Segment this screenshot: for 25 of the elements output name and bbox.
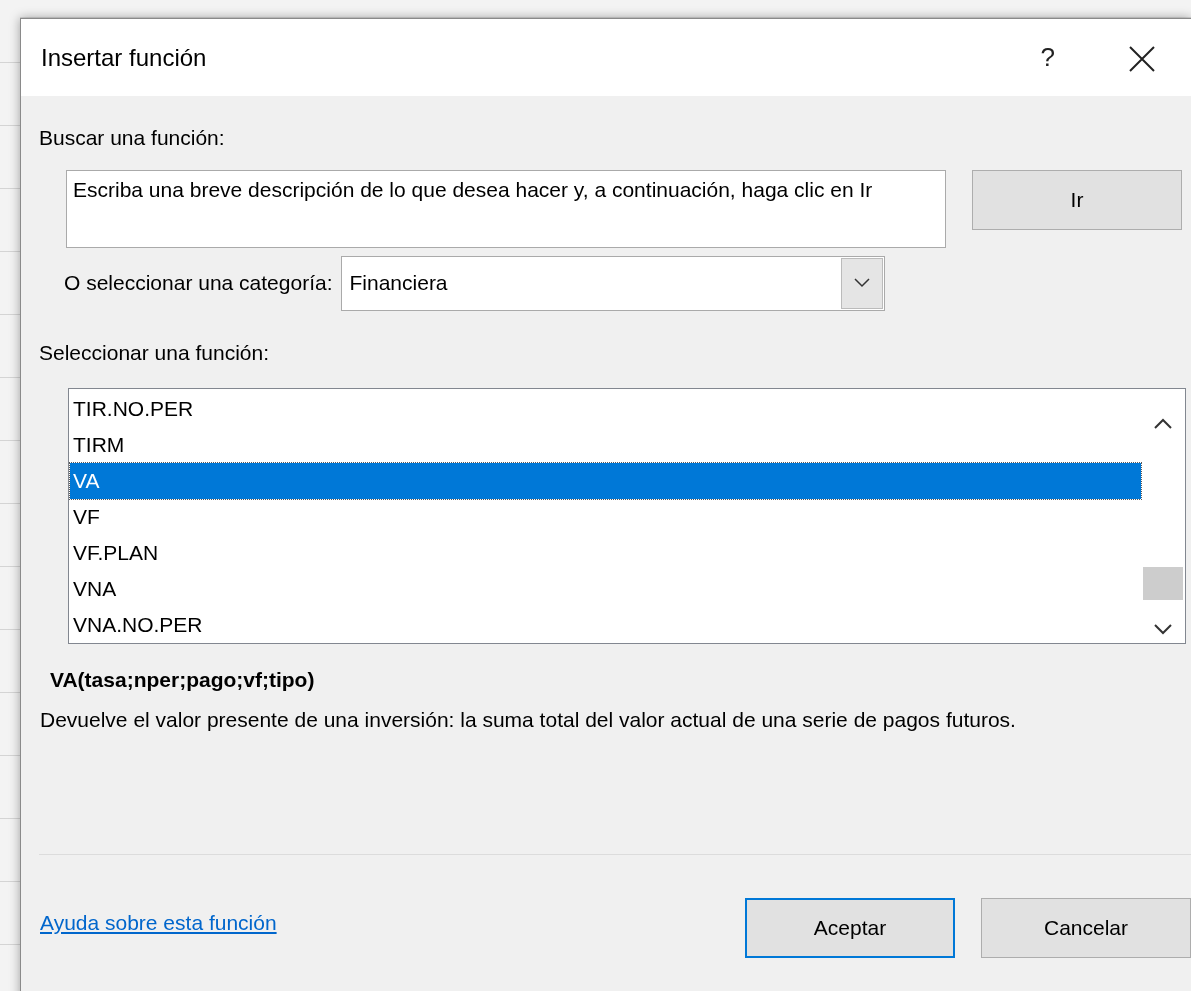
search-field[interactable]: Escriba una breve descripción de lo que desea hacer y, a continuación, haga clic en Ir	[66, 169, 946, 248]
help-button[interactable]: ?	[1028, 38, 1067, 77]
function-description: Devuelve el valor presente de una inversión: la suma total del valor actual de una serie de pagos futuros.	[40, 706, 1017, 733]
category-dropdown[interactable]: Financiera	[340, 255, 885, 311]
field-label: Seleccionar una función:	[39, 339, 269, 366]
list-item[interactable]: VNA.NO.PER	[70, 607, 1141, 643]
list-item[interactable]: VNA	[70, 571, 1141, 607]
list-item[interactable]: VF	[70, 499, 1141, 535]
field-label: O seleccionar una categoría:	[64, 270, 333, 297]
list-item[interactable]: VF.PLAN	[70, 535, 1141, 571]
chevron-down-icon	[1154, 622, 1172, 635]
dialog-button[interactable]: Aceptar	[745, 897, 955, 958]
window-title: Insertar función	[41, 42, 208, 73]
list-item[interactable]: TIRM	[70, 427, 1141, 463]
field-label: Buscar una función:	[39, 125, 225, 151]
help-link[interactable]: Ayuda sobre esta función	[40, 906, 277, 939]
dialog-button[interactable]: Cancelar	[981, 897, 1191, 958]
go-button[interactable]: Ir	[972, 169, 1182, 230]
close-icon	[1127, 43, 1157, 74]
function-signature: VA(tasa;nper;pago;vf;tipo)	[50, 667, 315, 693]
scrollbar-thumb[interactable]	[1143, 566, 1183, 600]
list-item[interactable]: TIR.NO.PER	[70, 391, 1141, 427]
chevron-down-icon	[853, 278, 870, 288]
chevron-up-icon	[1154, 418, 1172, 431]
list-item[interactable]: VA	[70, 463, 1141, 499]
